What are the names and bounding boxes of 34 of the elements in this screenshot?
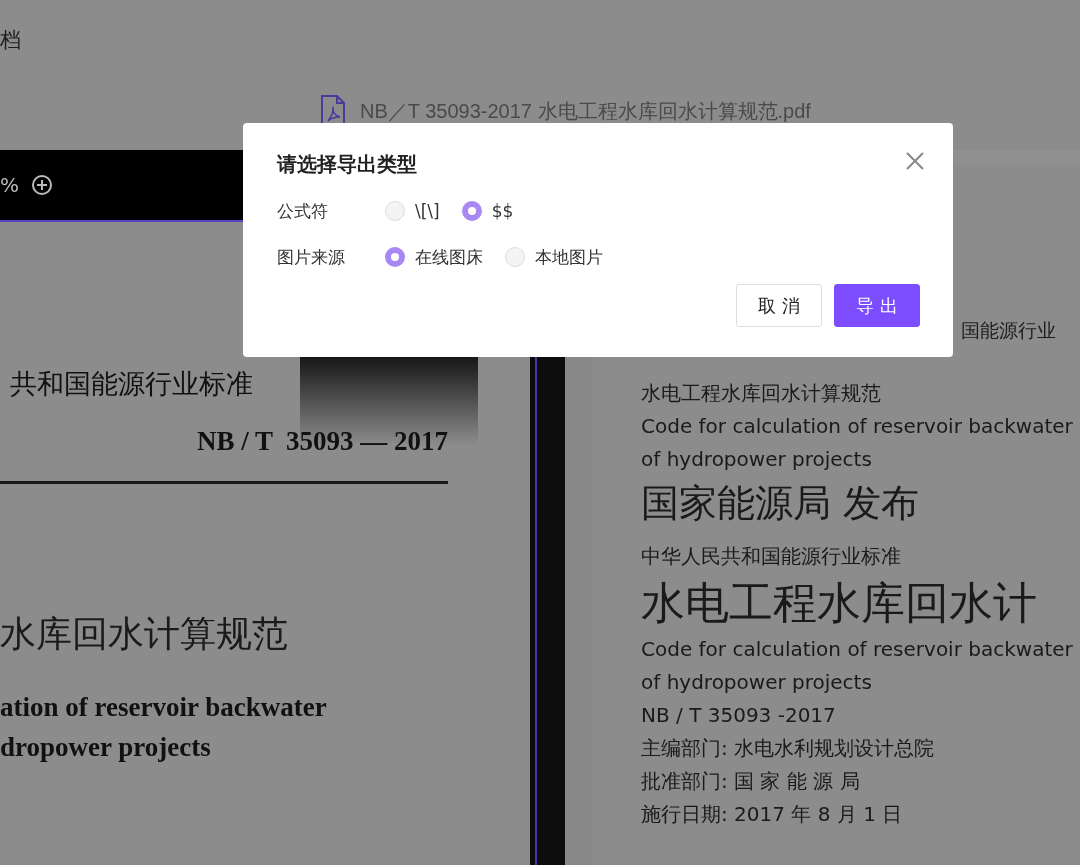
preview-line: 施行日期: 2017 年 8 月 1 日 bbox=[641, 801, 904, 828]
dialog-title: 请选择导出类型 bbox=[277, 151, 417, 178]
radio-option[interactable]: 本地图片 bbox=[505, 245, 603, 269]
english-title: dropower projects bbox=[0, 731, 212, 764]
preview-line: 水电工程水库回水计算规范 bbox=[641, 380, 882, 407]
radio-option[interactable]: $$ bbox=[461, 201, 514, 221]
preview-line: 批准部门: 国 家 能 源 局 bbox=[641, 768, 861, 795]
zoom-level: % bbox=[0, 173, 19, 197]
zoom-in-icon[interactable] bbox=[31, 174, 53, 196]
preview-line: Code for calculation of reservoir backwater bbox=[641, 413, 1074, 440]
standard-code: NB / T 35093 — 2017 bbox=[195, 426, 448, 457]
preview-line: Code for calculation of reservoir backwater bbox=[641, 636, 1074, 663]
preview-line: 国家能源局 发布 bbox=[641, 480, 921, 527]
preview-line: NB / T 35093 -2017 bbox=[641, 702, 837, 729]
document-title: 水库回水计算规范 bbox=[0, 612, 289, 656]
radio-option[interactable]: 在线图床 bbox=[385, 245, 483, 269]
cancel-button[interactable]: 取 消 bbox=[736, 284, 822, 327]
radio-button[interactable] bbox=[385, 247, 405, 267]
option-label: 公式符 bbox=[277, 199, 329, 223]
preview-line: 中华人民共和国能源行业标准 bbox=[641, 543, 902, 570]
preview-line: of hydropower projects bbox=[641, 669, 873, 696]
english-title: ation of reservoir backwater bbox=[0, 691, 328, 724]
radio-button[interactable] bbox=[461, 201, 482, 221]
preview-line: 国能源行业 bbox=[960, 318, 1057, 343]
export-button[interactable]: 导 出 bbox=[834, 284, 920, 327]
preview-line: 水电工程水库回水计 bbox=[641, 576, 1038, 630]
option-label: 图片来源 bbox=[277, 245, 346, 269]
radio-option[interactable]: \[\] bbox=[385, 201, 440, 221]
preview-line: of hydropower projects bbox=[641, 446, 873, 473]
page-title: 档 bbox=[0, 28, 21, 52]
file-name: NB／T 35093-2017 水电工程水库回水计算规范.pdf bbox=[360, 98, 811, 124]
close-icon[interactable] bbox=[906, 152, 924, 170]
standard-line: 共和国能源行业标准 bbox=[9, 367, 254, 401]
preview-line: 主编部门: 水电水利规划设计总院 bbox=[641, 735, 936, 762]
